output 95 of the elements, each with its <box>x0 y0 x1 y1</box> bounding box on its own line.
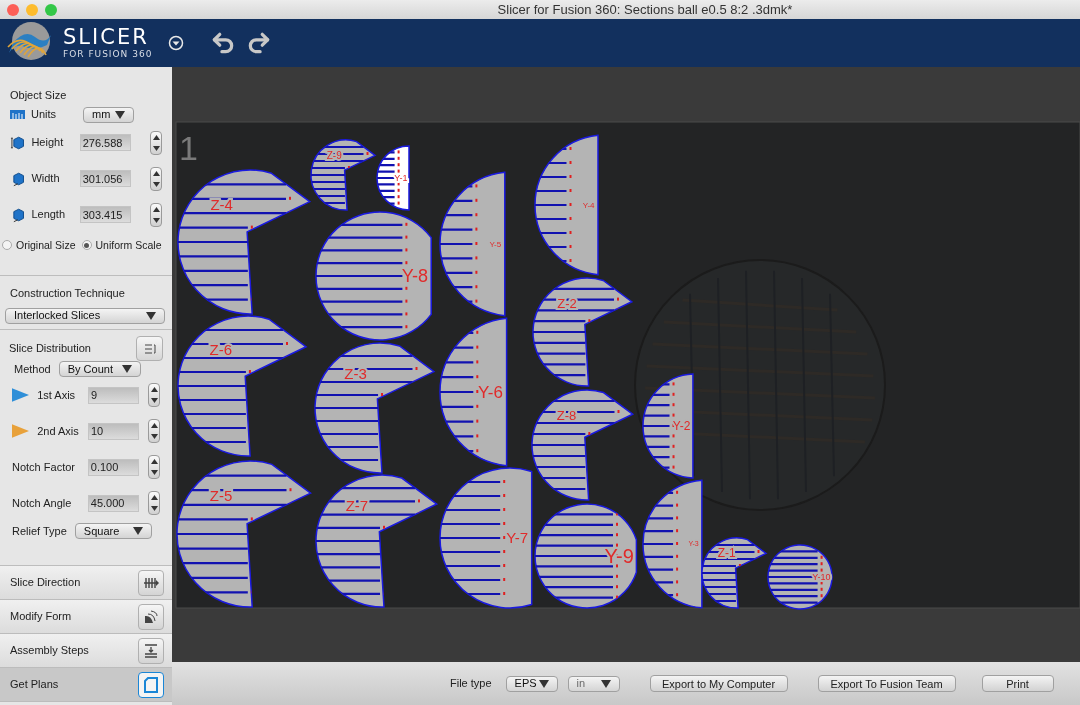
panel-button[interactable] <box>138 637 164 664</box>
up-arrow-icon <box>150 423 158 428</box>
field-label: Width <box>31 171 61 187</box>
down-arrow-icon <box>150 506 158 511</box>
down-arrow-icon <box>150 434 158 439</box>
export-button[interactable]: Print <box>981 675 1054 692</box>
number-field[interactable]: 301.056 <box>79 170 131 187</box>
stepper[interactable] <box>150 166 162 191</box>
slice-label: Y-5 <box>489 239 502 249</box>
dropdown[interactable]: By Count <box>58 361 141 377</box>
slice-label: Z-4 <box>210 195 233 213</box>
panel-header[interactable]: Slice Direction <box>0 566 172 600</box>
list-button[interactable] <box>136 336 163 361</box>
caret-icon <box>132 527 143 535</box>
dropdown[interactable]: EPS <box>505 675 558 692</box>
caret-icon <box>538 679 549 688</box>
stepper[interactable] <box>150 202 162 227</box>
slice-label: Y-4 <box>582 200 595 210</box>
caret-icon <box>115 110 125 119</box>
up-arrow-icon <box>152 206 160 212</box>
stepper[interactable] <box>150 130 162 155</box>
stepper[interactable] <box>148 455 160 479</box>
field-label: Height <box>31 135 65 151</box>
number-field[interactable]: 0.100 <box>87 458 139 476</box>
panel-header[interactable]: Assembly Steps <box>0 634 172 668</box>
up-arrow-icon <box>152 134 160 140</box>
number-field[interactable]: 45.000 <box>87 494 139 512</box>
up-arrow-icon <box>150 459 158 464</box>
logo-subtitle: FOR FUSION 360 <box>63 50 153 59</box>
slice-label: Y-2 <box>672 419 691 434</box>
cube-icon <box>10 206 26 223</box>
panel-button[interactable] <box>138 603 164 630</box>
number-field[interactable]: 9 <box>87 386 139 404</box>
slice-label: Y-7 <box>506 529 529 547</box>
assembly-icon <box>144 643 158 658</box>
up-arrow-icon <box>150 495 158 500</box>
down-arrow-icon <box>152 181 160 187</box>
slice-label: Y-9 <box>604 545 634 567</box>
page-icon <box>144 676 158 693</box>
up-arrow-icon <box>150 387 158 392</box>
panel-button[interactable] <box>138 569 164 596</box>
field-label: Notch Angle <box>12 495 73 511</box>
export-button[interactable]: Export To Fusion Team <box>817 675 956 692</box>
cube-icon <box>10 134 26 151</box>
field-label: Length <box>31 207 67 223</box>
caret-icon <box>146 311 156 320</box>
number-field[interactable]: 303.415 <box>79 206 131 223</box>
caret-icon <box>121 365 132 373</box>
list-icon <box>143 342 156 355</box>
field-label: Method <box>14 361 51 377</box>
field-label: Notch Factor <box>12 459 76 475</box>
section-title: Construction Technique <box>9 286 126 301</box>
window-title: Slicer for Fusion 360: Sections ball e0.5 8:2 .3dmk* <box>496 0 794 19</box>
slice-label: Z-6 <box>209 340 232 358</box>
dropdown[interactable]: Square <box>74 523 152 539</box>
dropdown[interactable]: mm <box>83 106 134 123</box>
cube-icon <box>10 170 26 187</box>
slice-label: Z-8 <box>556 408 577 424</box>
number-field[interactable]: 276.588 <box>79 134 131 151</box>
field-label: Units <box>31 107 58 123</box>
field-label: 1st Axis <box>37 387 77 403</box>
slice-label: Y-10 <box>812 572 831 583</box>
slice-label: Y-8 <box>401 266 428 287</box>
radio-option[interactable]: Original Size <box>2 237 76 254</box>
radio-option[interactable]: Uniform Scale <box>81 237 162 254</box>
down-arrow-icon <box>152 217 160 223</box>
sheet-number: 1 <box>179 129 198 167</box>
dropdown[interactable]: Interlocked Slices <box>5 307 165 324</box>
export-button[interactable]: Export to My Computer <box>649 675 788 692</box>
dropdown-icon[interactable] <box>168 35 185 51</box>
logo-title: SLICER <box>63 27 150 48</box>
ruler-icon <box>10 110 25 119</box>
slice-lines-icon <box>143 576 159 589</box>
stepper[interactable] <box>148 419 160 443</box>
down-arrow-icon <box>150 398 158 403</box>
slice-label: Y-6 <box>478 382 503 402</box>
panel-header[interactable]: Get Plans <box>0 668 172 702</box>
panel-header[interactable]: Modify Form <box>0 600 172 634</box>
slice-label: Z-5 <box>209 487 233 505</box>
number-field[interactable]: 10 <box>87 422 139 440</box>
form-icon <box>144 609 158 624</box>
section-title: Slice Distribution <box>9 341 91 357</box>
caret-icon <box>600 679 611 688</box>
slice-label: Z-3 <box>344 364 367 382</box>
stepper[interactable] <box>148 491 160 515</box>
down-arrow-icon <box>150 470 158 475</box>
down-arrow-icon <box>152 145 160 151</box>
up-arrow-icon <box>152 170 160 176</box>
stepper[interactable] <box>148 383 160 407</box>
section-title: Object Size <box>9 88 68 103</box>
slice-label: Y-1 <box>394 173 408 184</box>
field-label: File type <box>450 676 492 692</box>
slice-piece[interactable]: Y-1 <box>376 145 410 211</box>
field-label: Relief Type <box>12 523 67 539</box>
field-label: 2nd Axis <box>37 423 80 439</box>
